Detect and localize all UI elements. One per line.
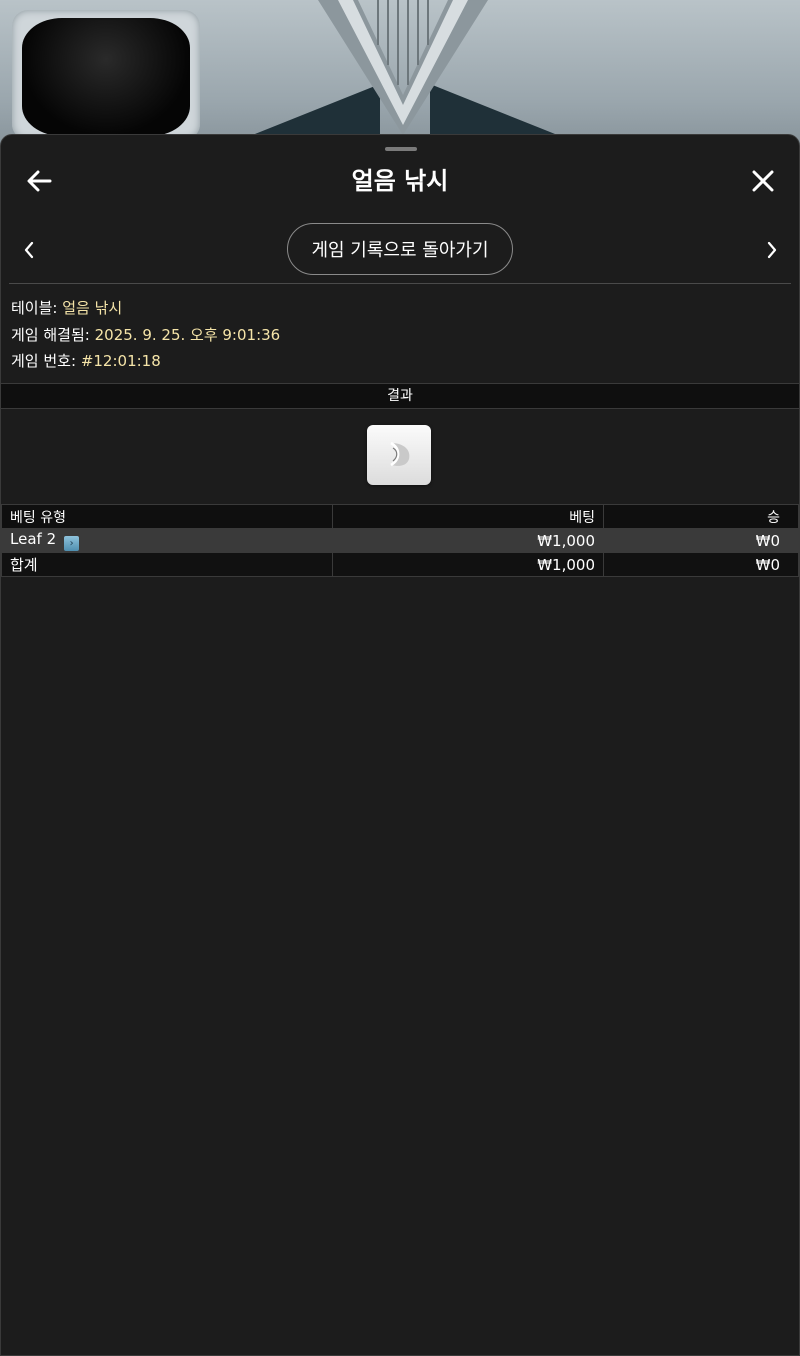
total-label: 합계 <box>1 552 333 577</box>
info-table-row: 테이블: 얼음 낚시 <box>11 295 280 322</box>
bet-amount-cell: ₩1,000 <box>332 528 604 553</box>
result-area <box>1 408 799 505</box>
info-resolved-row: 게임 해결됨: 2025. 9. 25. 오후 9:01:36 <box>11 322 280 349</box>
leaf-moon-icon <box>390 441 410 467</box>
chevron-right-icon[interactable] <box>757 235 787 265</box>
drag-handle[interactable] <box>385 147 417 151</box>
chevron-left-icon[interactable] <box>14 235 44 265</box>
leaf-2-icon: › <box>64 536 80 551</box>
result-heading: 결과 <box>1 383 799 409</box>
background-monitor <box>12 10 200 140</box>
info-resolved-label: 게임 해결됨: <box>11 325 90 344</box>
back-to-history-button[interactable]: 게임 기록으로 돌아가기 <box>287 223 513 275</box>
divider <box>9 283 791 284</box>
info-game-no-row: 게임 번호: #12:01:18 <box>11 348 280 375</box>
col-bet-type: 베팅 유형 <box>1 504 333 529</box>
table-row: Leaf 2 › ₩1,000 ₩0 <box>1 528 799 553</box>
info-resolved-value: 2025. 9. 25. 오후 9:01:36 <box>94 325 281 344</box>
total-win: ₩0 <box>603 552 799 577</box>
result-tile <box>367 425 431 485</box>
info-game-no-label: 게임 번호: <box>11 352 77 370</box>
col-bet: 베팅 <box>332 504 604 529</box>
info-table-label: 테이블: <box>11 299 58 317</box>
game-info: 테이블: 얼음 낚시 게임 해결됨: 2025. 9. 25. 오후 9:01:… <box>11 295 280 375</box>
info-table-value: 얼음 낚시 <box>62 299 123 317</box>
col-win: 승 <box>603 504 799 529</box>
bets-table: 베팅 유형 베팅 승 Leaf 2 › ₩1,000 ₩0 합계 ₩1,000 ₩… <box>1 504 799 577</box>
total-bet: ₩1,000 <box>332 552 604 577</box>
background-v-emblem <box>318 0 488 135</box>
close-icon[interactable] <box>745 163 781 199</box>
bets-table-header: 베팅 유형 베팅 승 <box>1 504 799 529</box>
game-history-sheet: 얼음 낚시 게임 기록으로 돌아가기 테이블: 얼음 낚시 게임 해결됨: 20… <box>0 134 800 1356</box>
win-amount-cell: ₩0 <box>603 528 799 553</box>
total-row: 합계 ₩1,000 ₩0 <box>1 552 799 577</box>
bet-type-text: Leaf 2 <box>10 530 57 548</box>
info-game-no-value: #12:01:18 <box>80 352 161 370</box>
page-title: 얼음 낚시 <box>351 167 449 195</box>
bet-type-cell: Leaf 2 › <box>1 528 333 553</box>
